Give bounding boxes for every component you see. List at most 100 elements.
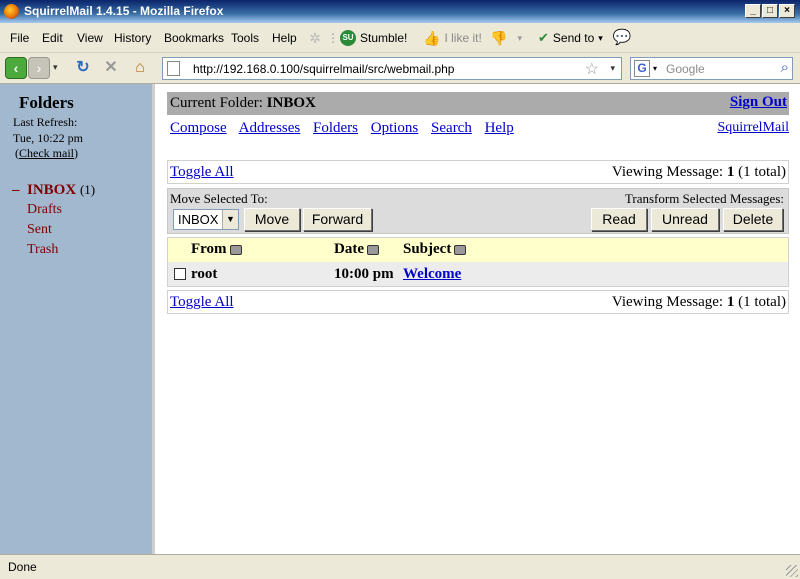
- column-from[interactable]: From: [191, 241, 242, 258]
- last-refresh-label: Last Refresh:: [13, 115, 78, 129]
- move-target-value: INBOX: [178, 212, 219, 227]
- stop-icon[interactable]: ✕: [101, 58, 121, 78]
- mark-unread-button[interactable]: Unread: [651, 208, 719, 231]
- menu-help[interactable]: Help: [272, 31, 297, 45]
- inbox-label: INBOX: [27, 182, 77, 198]
- delete-button[interactable]: Delete: [723, 208, 783, 231]
- move-transform-panel: Move Selected To: Transform Selected Mes…: [167, 188, 789, 234]
- resize-grip[interactable]: [786, 565, 798, 577]
- google-engine-icon[interactable]: G: [634, 60, 650, 77]
- reload-icon[interactable]: ↻: [73, 58, 93, 78]
- back-button[interactable]: ‹: [5, 57, 27, 79]
- viewing-total: (1 total): [738, 164, 786, 180]
- sort-icon[interactable]: [367, 244, 379, 255]
- page-content: Folders Last Refresh: Tue, 10:22 pm (Che…: [0, 84, 800, 554]
- folder-drafts[interactable]: Drafts: [27, 202, 62, 218]
- table-row[interactable]: root 10:00 pm Welcome: [168, 262, 788, 286]
- firefox-icon: [4, 4, 19, 19]
- folders-title: Folders: [19, 93, 74, 112]
- message-list-pane: Current Folder: INBOX Sign Out Compose A…: [160, 84, 800, 554]
- message-select-checkbox[interactable]: [174, 268, 186, 280]
- menu-tools[interactable]: Tools: [231, 31, 259, 45]
- search-engine-dropdown-icon[interactable]: ▾: [653, 64, 657, 73]
- mark-read-button[interactable]: Read: [591, 208, 647, 231]
- back-arrow-icon: ‹: [13, 60, 19, 76]
- speech-bubble-icon[interactable]: 💬: [612, 28, 632, 48]
- message-table-header: From Date Subject: [168, 238, 788, 262]
- last-refresh: Last Refresh: Tue, 10:22 pm: [13, 114, 83, 146]
- menu-view[interactable]: View: [77, 31, 103, 45]
- i-like-it-button[interactable]: 👍 I like it!: [423, 28, 482, 48]
- options-link[interactable]: Options: [371, 120, 419, 136]
- message-table: From Date Subject root 10:00 pm Welcome: [167, 237, 789, 287]
- close-button[interactable]: ×: [779, 4, 795, 18]
- search-link[interactable]: Search: [431, 120, 472, 136]
- menu-bar: File Edit View History Bookmarks Tools H…: [0, 23, 800, 53]
- i-like-it-label: I like it!: [444, 31, 482, 45]
- stumbleupon-icon: SU: [340, 30, 356, 46]
- inbox-collapse-toggle[interactable]: –: [12, 182, 20, 198]
- folder-inbox[interactable]: – INBOX (1): [12, 182, 95, 199]
- compose-link[interactable]: Compose: [170, 120, 227, 136]
- thumbs-down-dropdown-icon: ▾: [517, 32, 522, 43]
- message-paging-top: Toggle All Viewing Message: 1 (1 total): [167, 160, 789, 184]
- folder-sent[interactable]: Sent: [27, 222, 52, 238]
- toggle-all-link[interactable]: Toggle All: [170, 294, 234, 311]
- sort-icon[interactable]: [229, 244, 242, 255]
- menu-history[interactable]: History: [114, 31, 151, 45]
- viewing-total: (1 total): [738, 294, 786, 310]
- column-from-label: From: [191, 241, 227, 257]
- url-bar[interactable]: http://192.168.0.100/squirrelmail/src/we…: [162, 57, 622, 80]
- check-mail-link[interactable]: Check mail: [19, 146, 74, 160]
- main-nav-links: Compose Addresses Folders Options Search…: [170, 120, 523, 137]
- bookmark-star-icon[interactable]: ☆: [585, 59, 599, 79]
- check-mail: (Check mail): [15, 146, 78, 160]
- inbox-unread-count: (1): [79, 182, 96, 197]
- addresses-link[interactable]: Addresses: [239, 120, 301, 136]
- status-bar: Done: [0, 554, 800, 579]
- search-placeholder: Google: [666, 62, 705, 76]
- home-icon[interactable]: ⌂: [130, 58, 150, 78]
- toggle-all-link[interactable]: Toggle All: [170, 164, 234, 181]
- move-button[interactable]: Move: [244, 208, 300, 231]
- move-target-select[interactable]: INBOX ▼: [173, 209, 239, 230]
- thumbs-down-button[interactable]: 👎 ▾: [490, 28, 522, 48]
- url-text: http://192.168.0.100/squirrelmail/src/we…: [193, 62, 455, 76]
- forward-message-button[interactable]: Forward: [303, 208, 372, 231]
- search-icon[interactable]: ⌕: [781, 59, 789, 76]
- viewing-label: Viewing Message:: [611, 294, 724, 310]
- forward-button[interactable]: ›: [28, 57, 50, 79]
- viewing-label: Viewing Message:: [611, 164, 724, 180]
- maximize-button[interactable]: □: [762, 4, 778, 18]
- folder-trash[interactable]: Trash: [27, 242, 58, 258]
- url-dropdown-icon[interactable]: ▾: [610, 63, 615, 74]
- status-text: Done: [8, 560, 37, 574]
- column-subject[interactable]: Subject: [403, 241, 467, 258]
- menu-file[interactable]: File: [10, 31, 29, 45]
- chevron-down-icon: ▼: [222, 210, 238, 229]
- send-to-button[interactable]: ✔ Send to ▾: [538, 28, 603, 48]
- help-link[interactable]: Help: [485, 120, 514, 136]
- message-subject-link[interactable]: Welcome: [403, 266, 461, 283]
- viewing-message: Viewing Message: 1 (1 total): [612, 294, 786, 311]
- menu-bookmarks[interactable]: Bookmarks: [164, 31, 224, 45]
- sign-out-link[interactable]: Sign Out: [730, 94, 787, 111]
- current-folder-bar: Current Folder: INBOX Sign Out: [167, 92, 789, 115]
- history-dropdown-icon[interactable]: ▾: [53, 62, 58, 73]
- minimize-button[interactable]: _: [745, 4, 761, 18]
- squirrelmail-link[interactable]: SquirrelMail: [717, 120, 789, 136]
- send-to-dropdown-icon: ▾: [598, 32, 603, 43]
- search-bar[interactable]: G ▾ Google ⌕: [630, 57, 793, 80]
- transform-selected-label: Transform Selected Messages:: [624, 191, 784, 206]
- viewing-number: 1: [726, 294, 735, 310]
- folders-link[interactable]: Folders: [313, 120, 358, 136]
- stumble-button[interactable]: SU Stumble!: [340, 28, 407, 48]
- column-date[interactable]: Date: [334, 241, 379, 258]
- last-refresh-time: Tue, 10:22 pm: [13, 131, 83, 145]
- message-date: 10:00 pm: [334, 266, 394, 282]
- window-title: SquirrelMail 1.4.15 - Mozilla Firefox: [24, 4, 224, 18]
- sort-icon[interactable]: [454, 244, 467, 255]
- message-paging-bottom: Toggle All Viewing Message: 1 (1 total): [167, 290, 789, 314]
- menu-edit[interactable]: Edit: [42, 31, 63, 45]
- current-folder: Current Folder: INBOX: [170, 95, 316, 112]
